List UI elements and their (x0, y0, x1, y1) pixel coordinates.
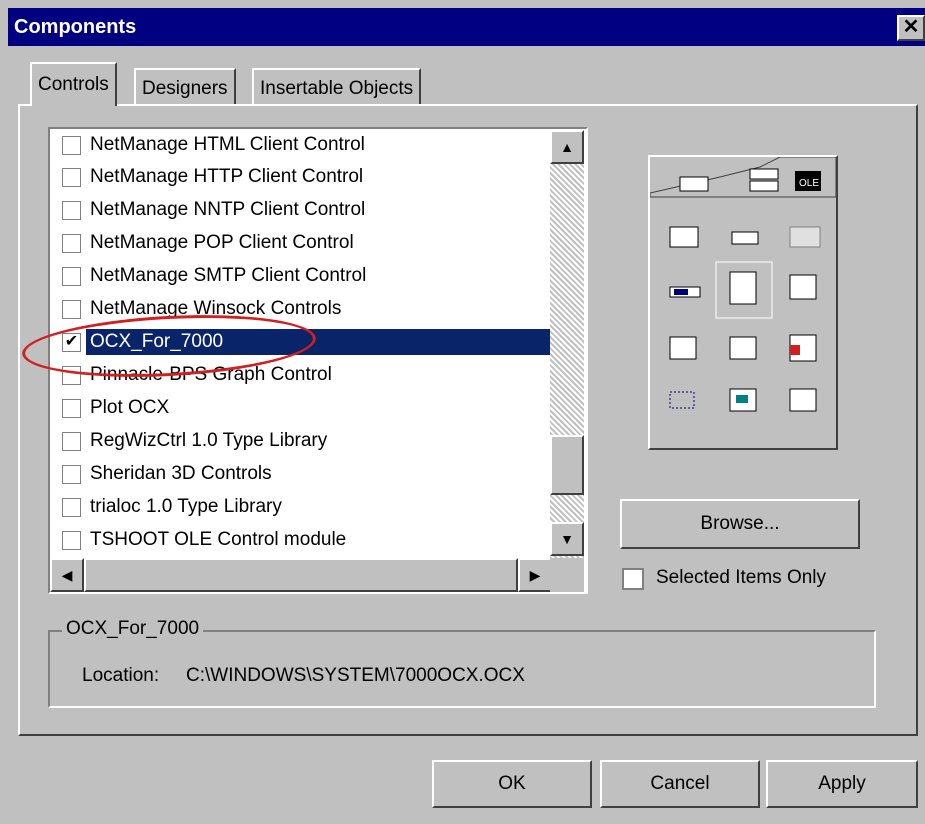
item-label: RegWizCtrl 1.0 Type Library (90, 430, 328, 451)
toolbox-icons: OLE (649, 156, 837, 412)
item-label: NetManage SMTP Client Control (90, 265, 367, 286)
scroll-left-button[interactable]: ◀ (50, 558, 84, 592)
tab-insertable-objects[interactable]: Insertable Objects (252, 68, 422, 104)
item-checkbox[interactable] (62, 465, 81, 484)
svg-text:OLE: OLE (799, 178, 819, 189)
components-dialog: Components ✕ Controls Designers Insertab… (0, 0, 925, 824)
controls-list[interactable]: NetManage HTML Client Control NetManage … (48, 127, 588, 594)
item-label: Pinnacle-BPS Graph Control (90, 364, 332, 385)
item-checkbox[interactable] (62, 399, 81, 418)
details-group-title: OCX_For_7000 (62, 618, 204, 640)
item-label: NetManage HTTP Client Control (90, 166, 364, 187)
toolbox-preview: OLE (648, 155, 838, 450)
item-checkbox[interactable] (62, 498, 81, 517)
ok-button-label: OK (498, 773, 526, 794)
item-checkbox-checked[interactable]: ✔ (62, 333, 81, 352)
scroll-down-button[interactable]: ▼ (550, 522, 584, 556)
item-label: NetManage Winsock Controls (90, 298, 342, 319)
list-item[interactable]: RegWizCtrl 1.0 Type Library (60, 425, 546, 457)
item-checkbox[interactable] (62, 432, 81, 451)
item-checkbox[interactable] (62, 201, 81, 220)
vertical-scrollbar[interactable]: ▲ ▼ (550, 130, 584, 570)
horizontal-scroll-thumb[interactable] (84, 558, 518, 592)
item-label: Plot OCX (90, 397, 170, 418)
item-label: NetManage NNTP Client Control (90, 199, 366, 220)
list-item[interactable]: NetManage SMTP Client Control (60, 260, 546, 292)
item-label: Sheridan 3D Controls (90, 463, 272, 484)
item-label: trialoc 1.0 Type Library (90, 496, 282, 517)
scroll-up-button[interactable]: ▲ (550, 130, 584, 164)
browse-button[interactable]: Browse... (620, 499, 860, 549)
vertical-scroll-thumb[interactable] (550, 435, 584, 495)
apply-button-label: Apply (818, 773, 866, 794)
list-item[interactable]: TSHOOT OLE Control module (60, 524, 546, 556)
ok-button[interactable]: OK (432, 760, 592, 808)
list-item[interactable]: Pinnacle-BPS Graph Control (60, 359, 546, 391)
item-checkbox[interactable] (62, 234, 81, 253)
window-title: Components (14, 16, 137, 38)
location-label: Location: (82, 665, 160, 686)
item-checkbox[interactable] (62, 136, 81, 155)
selected-items-only-label: Selected Items Only (656, 567, 827, 588)
cancel-button-label: Cancel (650, 773, 710, 794)
horizontal-scrollbar[interactable]: ◀ ▶ (50, 558, 552, 592)
list-item-selected[interactable]: ✔ OCX_For_7000 (60, 326, 555, 358)
apply-button[interactable]: Apply (766, 760, 918, 808)
list-item[interactable]: Plot OCX (60, 392, 546, 424)
item-label: NetManage POP Client Control (90, 232, 354, 253)
item-label: OCX_For_7000 (85, 328, 555, 356)
close-button[interactable]: ✕ (897, 15, 925, 41)
list-item[interactable]: NetManage NNTP Client Control (60, 194, 546, 226)
item-checkbox[interactable] (62, 168, 81, 187)
item-checkbox[interactable] (62, 300, 81, 319)
list-item[interactable]: NetManage Winsock Controls (60, 293, 546, 325)
list-item[interactable]: trialoc 1.0 Type Library (60, 491, 546, 523)
cancel-button[interactable]: Cancel (600, 760, 760, 808)
title-bar[interactable]: Components ✕ (8, 8, 925, 46)
item-label: TSHOOT OLE Control module (90, 529, 347, 550)
item-checkbox[interactable] (62, 531, 81, 550)
scroll-corner (550, 558, 584, 592)
item-checkbox[interactable] (62, 267, 81, 286)
item-checkbox[interactable] (62, 366, 81, 385)
location-value: C:\WINDOWS\SYSTEM\7000OCX.OCX (186, 665, 525, 686)
tab-designers[interactable]: Designers (134, 68, 236, 104)
browse-button-label: Browse... (700, 513, 780, 534)
list-item[interactable]: NetManage HTTP Client Control (60, 161, 546, 193)
scroll-right-button[interactable]: ▶ (518, 558, 552, 592)
tab-controls[interactable]: Controls (30, 62, 117, 106)
selected-items-only-checkbox[interactable] (622, 568, 644, 590)
list-item[interactable]: NetManage POP Client Control (60, 227, 546, 259)
item-label: NetManage HTML Client Control (90, 134, 365, 155)
list-item[interactable]: NetManage HTML Client Control (60, 129, 546, 161)
list-item[interactable]: Sheridan 3D Controls (60, 458, 546, 490)
